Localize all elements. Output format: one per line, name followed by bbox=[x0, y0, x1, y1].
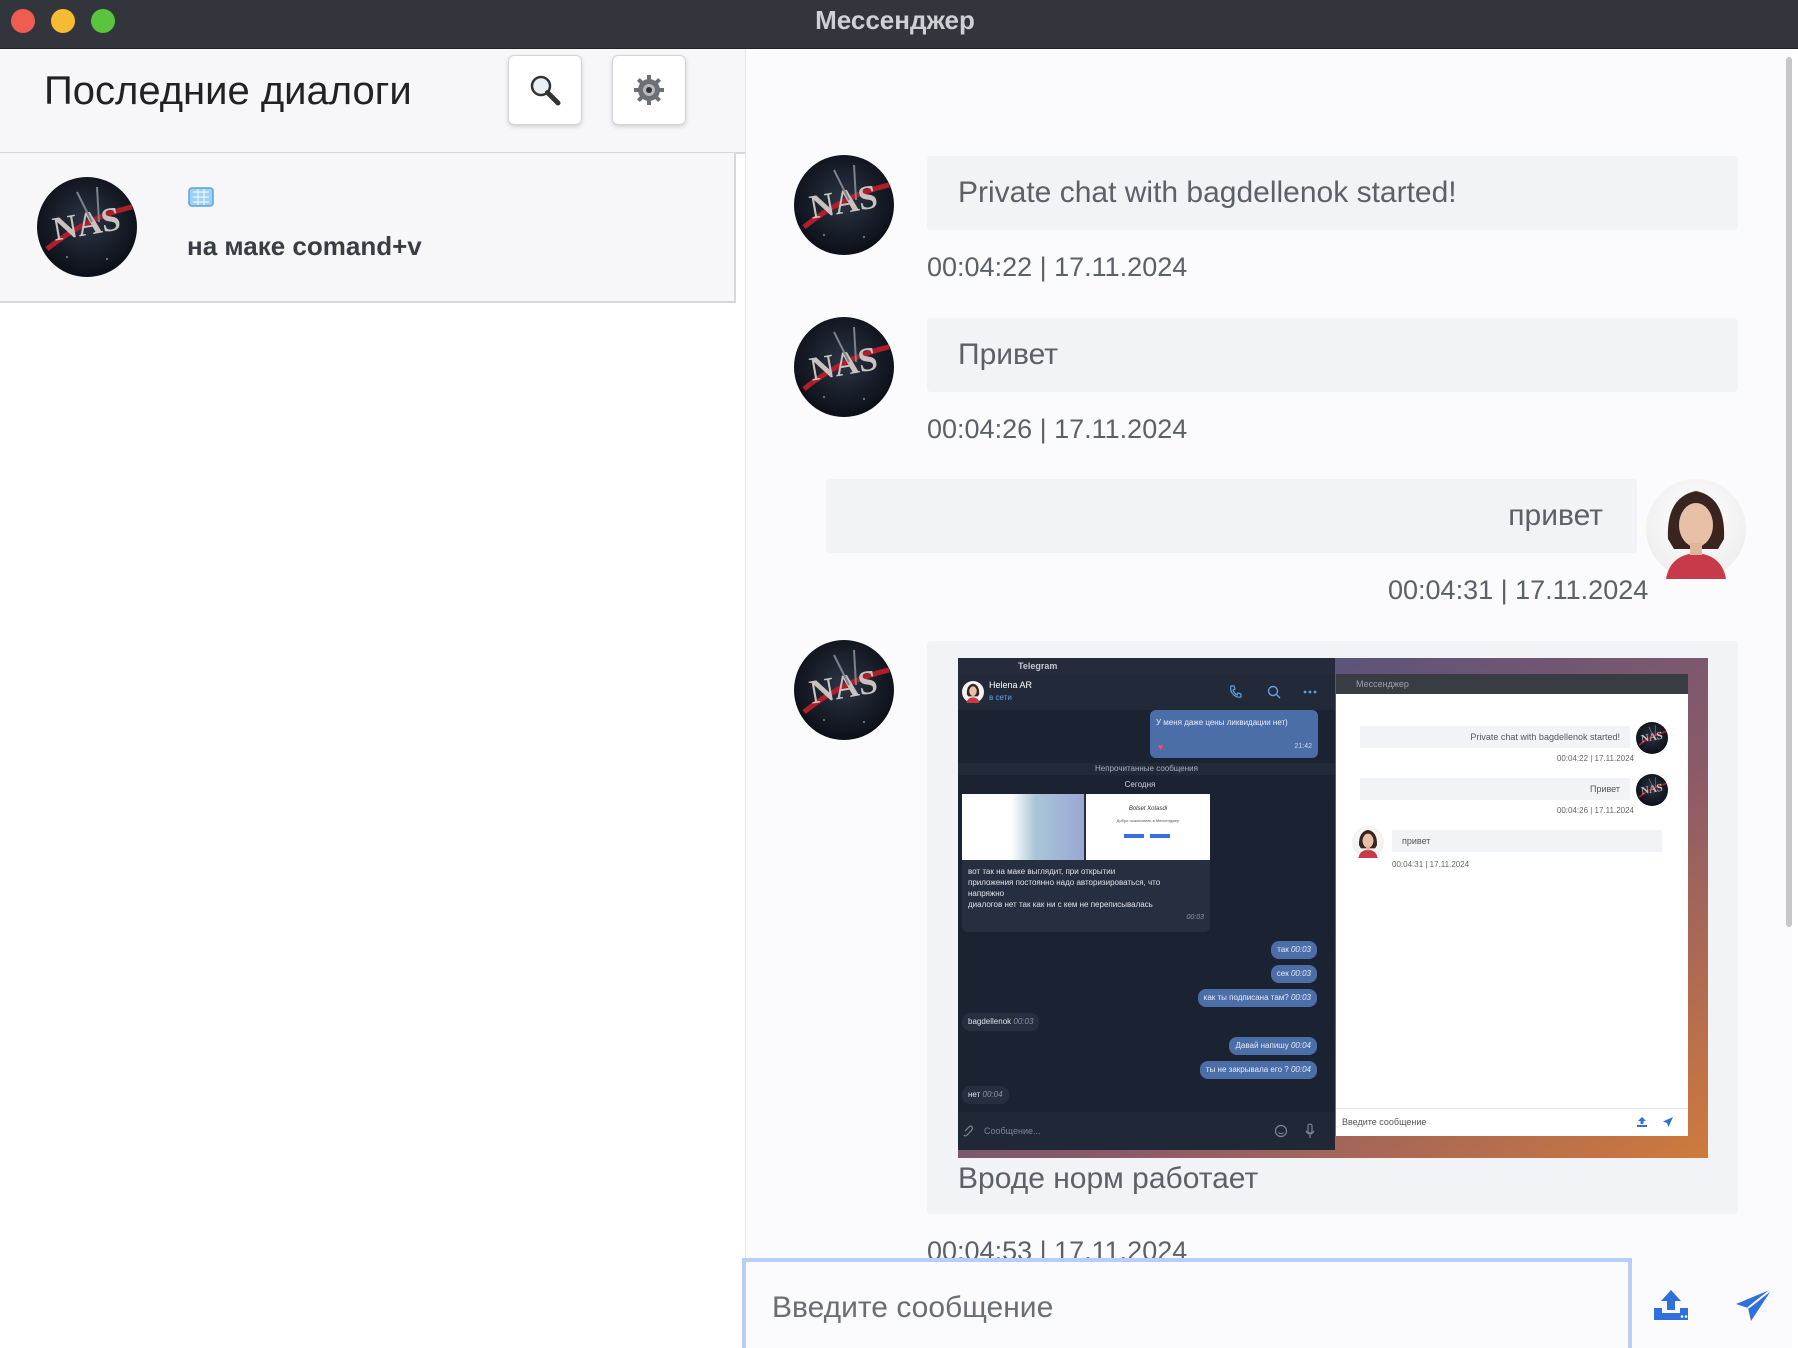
phone-icon bbox=[1230, 685, 1242, 698]
nasa-avatar bbox=[37, 177, 137, 277]
upload-icon bbox=[1637, 1117, 1647, 1127]
nasa-avatar bbox=[794, 640, 894, 740]
nasa-avatar bbox=[1636, 722, 1668, 754]
preview-brand: Bolset Xotasdi bbox=[1128, 806, 1168, 812]
preview-subtitle: Добро пожаловать в Мессенджер bbox=[1116, 818, 1180, 823]
quoted-message: У меня даже цены ликвидации нет) ♥ 21:42 bbox=[1150, 710, 1318, 758]
message-time: 00:04:22 | 17.11.2024 bbox=[927, 252, 1188, 282]
sidebar-title: Последние диалоги bbox=[44, 69, 412, 113]
send-icon bbox=[1663, 1117, 1673, 1127]
preview-time: 00:04:31 | 17.11.2024 bbox=[1392, 860, 1470, 869]
message-time: 00:04:31 | 17.11.2024 bbox=[1388, 575, 1649, 605]
long-message-line: диалогов нет так как ни с кем не перепис… bbox=[968, 900, 1153, 909]
contact-avatar bbox=[962, 681, 984, 703]
preview-time: 00:04:26 | 17.11.2024 bbox=[1556, 806, 1634, 815]
telegram-title: Telegram bbox=[958, 658, 1335, 674]
telegram-window: Telegram Helena AR в сети У меня даже це… bbox=[958, 658, 1335, 1150]
telegram-input: Сообщение... bbox=[958, 1112, 1335, 1150]
message-text: привет bbox=[1508, 499, 1603, 532]
window-title: Мессенджер bbox=[815, 5, 975, 35]
reactions: ♥ bbox=[1158, 742, 1164, 752]
incoming-message: нет 00:04 bbox=[962, 1086, 1009, 1104]
messenger-preview-title: Мессенджер bbox=[1336, 674, 1688, 694]
preview-time: 00:04:22 | 17.11.2024 bbox=[1556, 754, 1634, 763]
message-bubble: Привет bbox=[927, 318, 1738, 392]
message-bubble-own: привет bbox=[826, 479, 1637, 553]
search-icon bbox=[530, 75, 561, 106]
outgoing-message: сек 00:03 bbox=[1270, 965, 1317, 983]
outgoing-message: так 00:03 bbox=[1271, 941, 1317, 959]
long-message-text: вот так на маке выглядит, при открытии п… bbox=[968, 866, 1160, 910]
preview-button bbox=[1150, 834, 1170, 838]
image-preview-2: Bolset Xotasdi Добро пожаловать в Мессен… bbox=[1086, 794, 1210, 860]
outgoing-message: ты не закрывала его ? 00:04 bbox=[1199, 1061, 1317, 1079]
message-input[interactable] bbox=[770, 1284, 1594, 1332]
message-text: Вроде норм работает bbox=[958, 1162, 1259, 1195]
preview-bubble: Привет bbox=[1360, 778, 1630, 800]
quoted-text: У меня даже цены ликвидации нет) bbox=[1156, 718, 1288, 727]
image-preview-1 bbox=[962, 794, 1084, 860]
outgoing-message: как ты подписана там? 00:03 bbox=[1197, 989, 1317, 1007]
date-separator: Сегодня bbox=[1124, 780, 1156, 789]
more-icon bbox=[1303, 690, 1317, 694]
contact-status: в сети bbox=[989, 693, 1012, 702]
long-message-line: вот так на маке выглядит, при открытии bbox=[968, 867, 1116, 876]
screenshot-attachment[interactable]: Telegram Helena AR в сети У меня даже це… bbox=[958, 658, 1708, 1158]
telegram-header: Helena AR в сети bbox=[958, 674, 1335, 710]
long-message-time: 00:03 bbox=[1186, 914, 1204, 921]
message-input-box bbox=[742, 1258, 1632, 1348]
long-message-line: приложения постоянно надо авторизировать… bbox=[968, 878, 1161, 887]
preview-text: Private chat with bagdellenok started! bbox=[1470, 732, 1620, 742]
message-text: Private chat with bagdellenok started! bbox=[958, 176, 1457, 209]
search-button[interactable] bbox=[508, 55, 582, 125]
outgoing-message: Давай напишу 00:04 bbox=[1229, 1037, 1317, 1055]
nasa-avatar bbox=[794, 317, 894, 417]
long-message-line: напряжно bbox=[968, 889, 1005, 898]
send-icon[interactable] bbox=[1734, 1288, 1774, 1322]
sidebar: Последние диалоги на маке comand+v bbox=[0, 49, 746, 1348]
window-titlebar: Мессенджер bbox=[0, 0, 1798, 49]
messenger-window-preview: Мессенджер Private chat with bagdellenok… bbox=[1336, 674, 1688, 1136]
message-time: 00:04:26 | 17.11.2024 bbox=[927, 414, 1188, 444]
long-message: Bolset Xotasdi Добро пожаловать в Мессен… bbox=[962, 794, 1210, 932]
woman-avatar bbox=[1352, 826, 1384, 858]
emoji-icon bbox=[1274, 1124, 1288, 1138]
incoming-message: bagdellenok 00:03 bbox=[962, 1013, 1040, 1031]
sidebar-header: Последние диалоги bbox=[0, 49, 745, 154]
paperclip-icon bbox=[963, 1125, 973, 1137]
preview-input: Введите сообщение bbox=[1336, 1108, 1688, 1137]
telegram-input-placeholder: Сообщение... bbox=[984, 1126, 1041, 1136]
preview-input-placeholder: Введите сообщение bbox=[1342, 1117, 1427, 1127]
quoted-time: 21:42 bbox=[1294, 743, 1312, 750]
dialog-last-message: на маке comand+v bbox=[187, 231, 422, 261]
dialog-item[interactable]: на маке comand+v bbox=[0, 153, 736, 303]
message-text: Привет bbox=[958, 338, 1059, 371]
search-icon bbox=[1267, 685, 1281, 699]
ice-cube-emoji-icon bbox=[188, 187, 214, 207]
preview-text: привет bbox=[1402, 836, 1431, 846]
gear-icon bbox=[634, 75, 664, 105]
settings-button[interactable] bbox=[612, 55, 686, 125]
preview-button bbox=[1124, 834, 1144, 838]
chat-scrollbar[interactable] bbox=[1786, 57, 1792, 927]
preview-text: Привет bbox=[1589, 784, 1620, 794]
nasa-avatar bbox=[1636, 774, 1668, 806]
contact-name: Helena AR bbox=[989, 680, 1033, 690]
preview-bubble: Private chat with bagdellenok started! bbox=[1360, 726, 1630, 748]
upload-icon[interactable] bbox=[1652, 1288, 1690, 1322]
message-bubble: Private chat with bagdellenok started! bbox=[927, 156, 1738, 230]
nasa-avatar bbox=[794, 155, 894, 255]
woman-avatar bbox=[1646, 479, 1746, 579]
microphone-icon bbox=[1305, 1123, 1315, 1138]
unread-separator: Непрочитанные сообщения bbox=[958, 763, 1335, 775]
preview-bubble: привет bbox=[1392, 830, 1662, 852]
